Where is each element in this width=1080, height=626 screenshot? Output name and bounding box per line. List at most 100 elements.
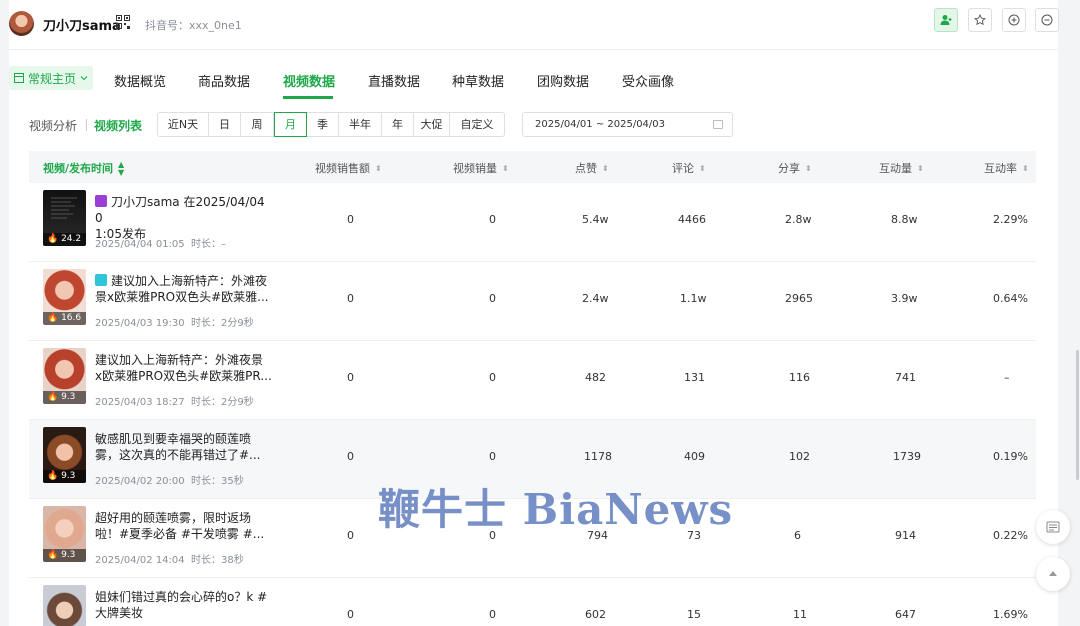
period-week[interactable]: 周 bbox=[241, 113, 274, 136]
calendar-icon bbox=[713, 120, 723, 129]
tab-video-data[interactable]: 视频数据 bbox=[283, 71, 335, 90]
watermark: 鞭牛士 BiaNews bbox=[378, 485, 734, 534]
cell-interaction-rate: 2.29% bbox=[993, 213, 1028, 226]
star-icon bbox=[974, 14, 986, 26]
video-thumbnail[interactable]: 🔥 9.3 bbox=[43, 348, 86, 404]
video-title[interactable]: 建议加入上海新特产：外滩夜 景x欧莱雅PRO双色头#欧莱雅... bbox=[95, 273, 275, 305]
table-row[interactable]: 姐妹们错过真的会心碎的o？k # 大牌美妆 0 0 602 15 11 647 1… bbox=[29, 578, 1036, 626]
cell-sales-qty: 0 bbox=[489, 608, 496, 621]
cell-comments: 4466 bbox=[678, 213, 706, 226]
homepage-selector[interactable]: 常规主页 bbox=[9, 66, 93, 90]
video-title[interactable]: 建议加入上海新特产：外滩夜景 x欧莱雅PRO双色头#欧莱雅PR... bbox=[95, 352, 275, 384]
col-video-sales-qty[interactable]: 视频销量 ⬍ bbox=[453, 160, 509, 176]
table-row[interactable]: 🔥 9.3 建议加入上海新特产：外滩夜景 x欧莱雅PRO双色头#欧莱雅PR... … bbox=[29, 341, 1036, 420]
period-promotion[interactable]: 大促 bbox=[414, 113, 450, 136]
cell-likes: 482 bbox=[585, 371, 606, 384]
cell-interaction-rate: 0.19% bbox=[993, 450, 1028, 463]
account-name: 刀小刀sama bbox=[43, 19, 121, 34]
more-button[interactable] bbox=[1035, 8, 1059, 32]
cell-comments: 409 bbox=[684, 450, 705, 463]
cell-likes: 2.4w bbox=[582, 292, 609, 305]
heat-score-badge: 🔥 9.3 bbox=[43, 470, 86, 483]
cell-likes: 5.4w bbox=[582, 213, 609, 226]
sort-icon[interactable]: ⬍ bbox=[602, 165, 609, 173]
avatar[interactable] bbox=[9, 11, 34, 36]
cell-shares: 11 bbox=[793, 608, 807, 621]
list-view-button[interactable] bbox=[1036, 510, 1070, 544]
favorite-button[interactable] bbox=[968, 8, 992, 32]
cell-interactions: 741 bbox=[895, 371, 916, 384]
qr-code-icon[interactable] bbox=[116, 15, 130, 29]
video-thumbnail[interactable]: 🔥 24.2 bbox=[43, 190, 86, 246]
sort-icon[interactable]: ⬍ bbox=[917, 165, 924, 173]
period-day[interactable]: 日 bbox=[209, 113, 241, 136]
sort-icon[interactable]: ▲ ▼ bbox=[118, 161, 124, 177]
table-header: 视频/发布时间 ▲ ▼ 视频销售额 ⬍ 视频销量 ⬍ 点赞 ⬍ 评论 ⬍ 分享 ⬍ 互动量 ⬍ … bbox=[29, 151, 1036, 183]
cell-shares: 102 bbox=[789, 450, 810, 463]
cell-sales-qty: 0 bbox=[489, 213, 496, 226]
video-analysis-link[interactable]: 视频分析 bbox=[29, 117, 77, 134]
page-icon bbox=[14, 73, 24, 83]
tab-group-buy-data[interactable]: 团购数据 bbox=[537, 71, 589, 90]
video-title[interactable]: 敏感肌见到要幸福哭的颐莲喷 雾，这次真的不能再错过了#... bbox=[95, 431, 275, 463]
back-to-top-button[interactable] bbox=[1036, 557, 1070, 591]
cell-comments: 15 bbox=[687, 608, 701, 621]
period-year[interactable]: 年 bbox=[382, 113, 414, 136]
tab-product-data[interactable]: 商品数据 bbox=[198, 71, 250, 90]
col-likes[interactable]: 点赞 ⬍ bbox=[575, 160, 609, 176]
add-button[interactable] bbox=[1002, 8, 1026, 32]
video-list-link[interactable]: 视频列表 bbox=[94, 117, 142, 134]
video-thumbnail[interactable]: 🔥 9.3 bbox=[43, 506, 86, 562]
period-quarter[interactable]: 季 bbox=[307, 113, 339, 136]
table-row[interactable]: 🔥 16.6 建议加入上海新特产：外滩夜 景x欧莱雅PRO双色头#欧莱雅... 2… bbox=[29, 262, 1036, 341]
period-half-year[interactable]: 半年 bbox=[339, 113, 382, 136]
cell-interaction-rate: 0.22% bbox=[993, 529, 1028, 542]
sort-icon[interactable]: ⬍ bbox=[805, 165, 812, 173]
period-custom[interactable]: 自定义 bbox=[450, 113, 504, 136]
video-title[interactable]: 姐妹们错过真的会心碎的o？k # 大牌美妆 bbox=[95, 589, 275, 621]
tab-seeding-data[interactable]: 种草数据 bbox=[452, 71, 504, 90]
date-range-value: 2025/04/01 ~ 2025/04/03 bbox=[535, 119, 666, 130]
arrow-up-icon bbox=[1049, 571, 1057, 576]
plus-circle-icon bbox=[1008, 14, 1020, 26]
video-thumbnail[interactable]: 🔥 16.6 bbox=[43, 269, 86, 325]
table-row[interactable]: 🔥 24.2 刀小刀sama 在2025/04/04 0 1:05发布 2025/… bbox=[29, 183, 1036, 262]
col-shares[interactable]: 分享 ⬍ bbox=[778, 160, 812, 176]
sort-icon[interactable]: ⬍ bbox=[502, 165, 509, 173]
tag-icon bbox=[95, 195, 107, 207]
cell-sales-qty: 0 bbox=[489, 292, 496, 305]
cell-interactions: 8.8w bbox=[891, 213, 918, 226]
follow-user-button[interactable] bbox=[934, 8, 958, 32]
scrollbar[interactable] bbox=[1076, 350, 1079, 480]
col-interaction-rate[interactable]: 互动率 ⬍ bbox=[984, 160, 1029, 176]
period-month[interactable]: 月 bbox=[274, 112, 307, 137]
col-video-sales-amount[interactable]: 视频销售额 ⬍ bbox=[315, 160, 382, 176]
video-thumbnail[interactable]: 🔥 9.3 bbox=[43, 427, 86, 483]
col-comments[interactable]: 评论 ⬍ bbox=[672, 160, 706, 176]
sort-icon[interactable]: ⬍ bbox=[1022, 165, 1029, 173]
cell-likes: 1178 bbox=[584, 450, 612, 463]
video-thumbnail[interactable] bbox=[43, 585, 86, 626]
active-tab-indicator bbox=[283, 96, 333, 99]
tab-live-data[interactable]: 直播数据 bbox=[368, 71, 420, 90]
sort-icon[interactable]: ⬍ bbox=[375, 165, 382, 173]
cell-sales-amount: 0 bbox=[347, 608, 354, 621]
col-interactions[interactable]: 互动量 ⬍ bbox=[879, 160, 924, 176]
divider bbox=[86, 119, 87, 131]
video-meta: 2025/04/04 01:05 时长：– bbox=[95, 239, 226, 250]
cell-shares: 116 bbox=[789, 371, 810, 384]
date-range-picker[interactable]: 2025/04/01 ~ 2025/04/03 bbox=[522, 112, 733, 137]
cell-comments: 1.1w bbox=[680, 292, 707, 305]
period-selector: 近N天 日 周 月 季 半年 年 大促 自定义 bbox=[157, 112, 505, 137]
video-title[interactable]: 超好用的颐莲喷雾，限时返场 啦！#夏季必备 #干发喷雾 #... bbox=[95, 510, 275, 542]
cell-sales-amount: 0 bbox=[347, 292, 354, 305]
period-last-n-days[interactable]: 近N天 bbox=[158, 113, 209, 136]
cell-shares: 2965 bbox=[785, 292, 813, 305]
sort-icon[interactable]: ⬍ bbox=[699, 165, 706, 173]
col-video-publish[interactable]: 视频/发布时间 ▲ ▼ bbox=[43, 160, 124, 177]
list-icon bbox=[1046, 521, 1060, 533]
tab-audience-profile[interactable]: 受众画像 bbox=[622, 71, 674, 90]
cell-interaction-rate: – bbox=[1004, 371, 1010, 384]
tab-overview[interactable]: 数据概览 bbox=[114, 71, 166, 90]
chevron-down-icon bbox=[80, 76, 88, 81]
